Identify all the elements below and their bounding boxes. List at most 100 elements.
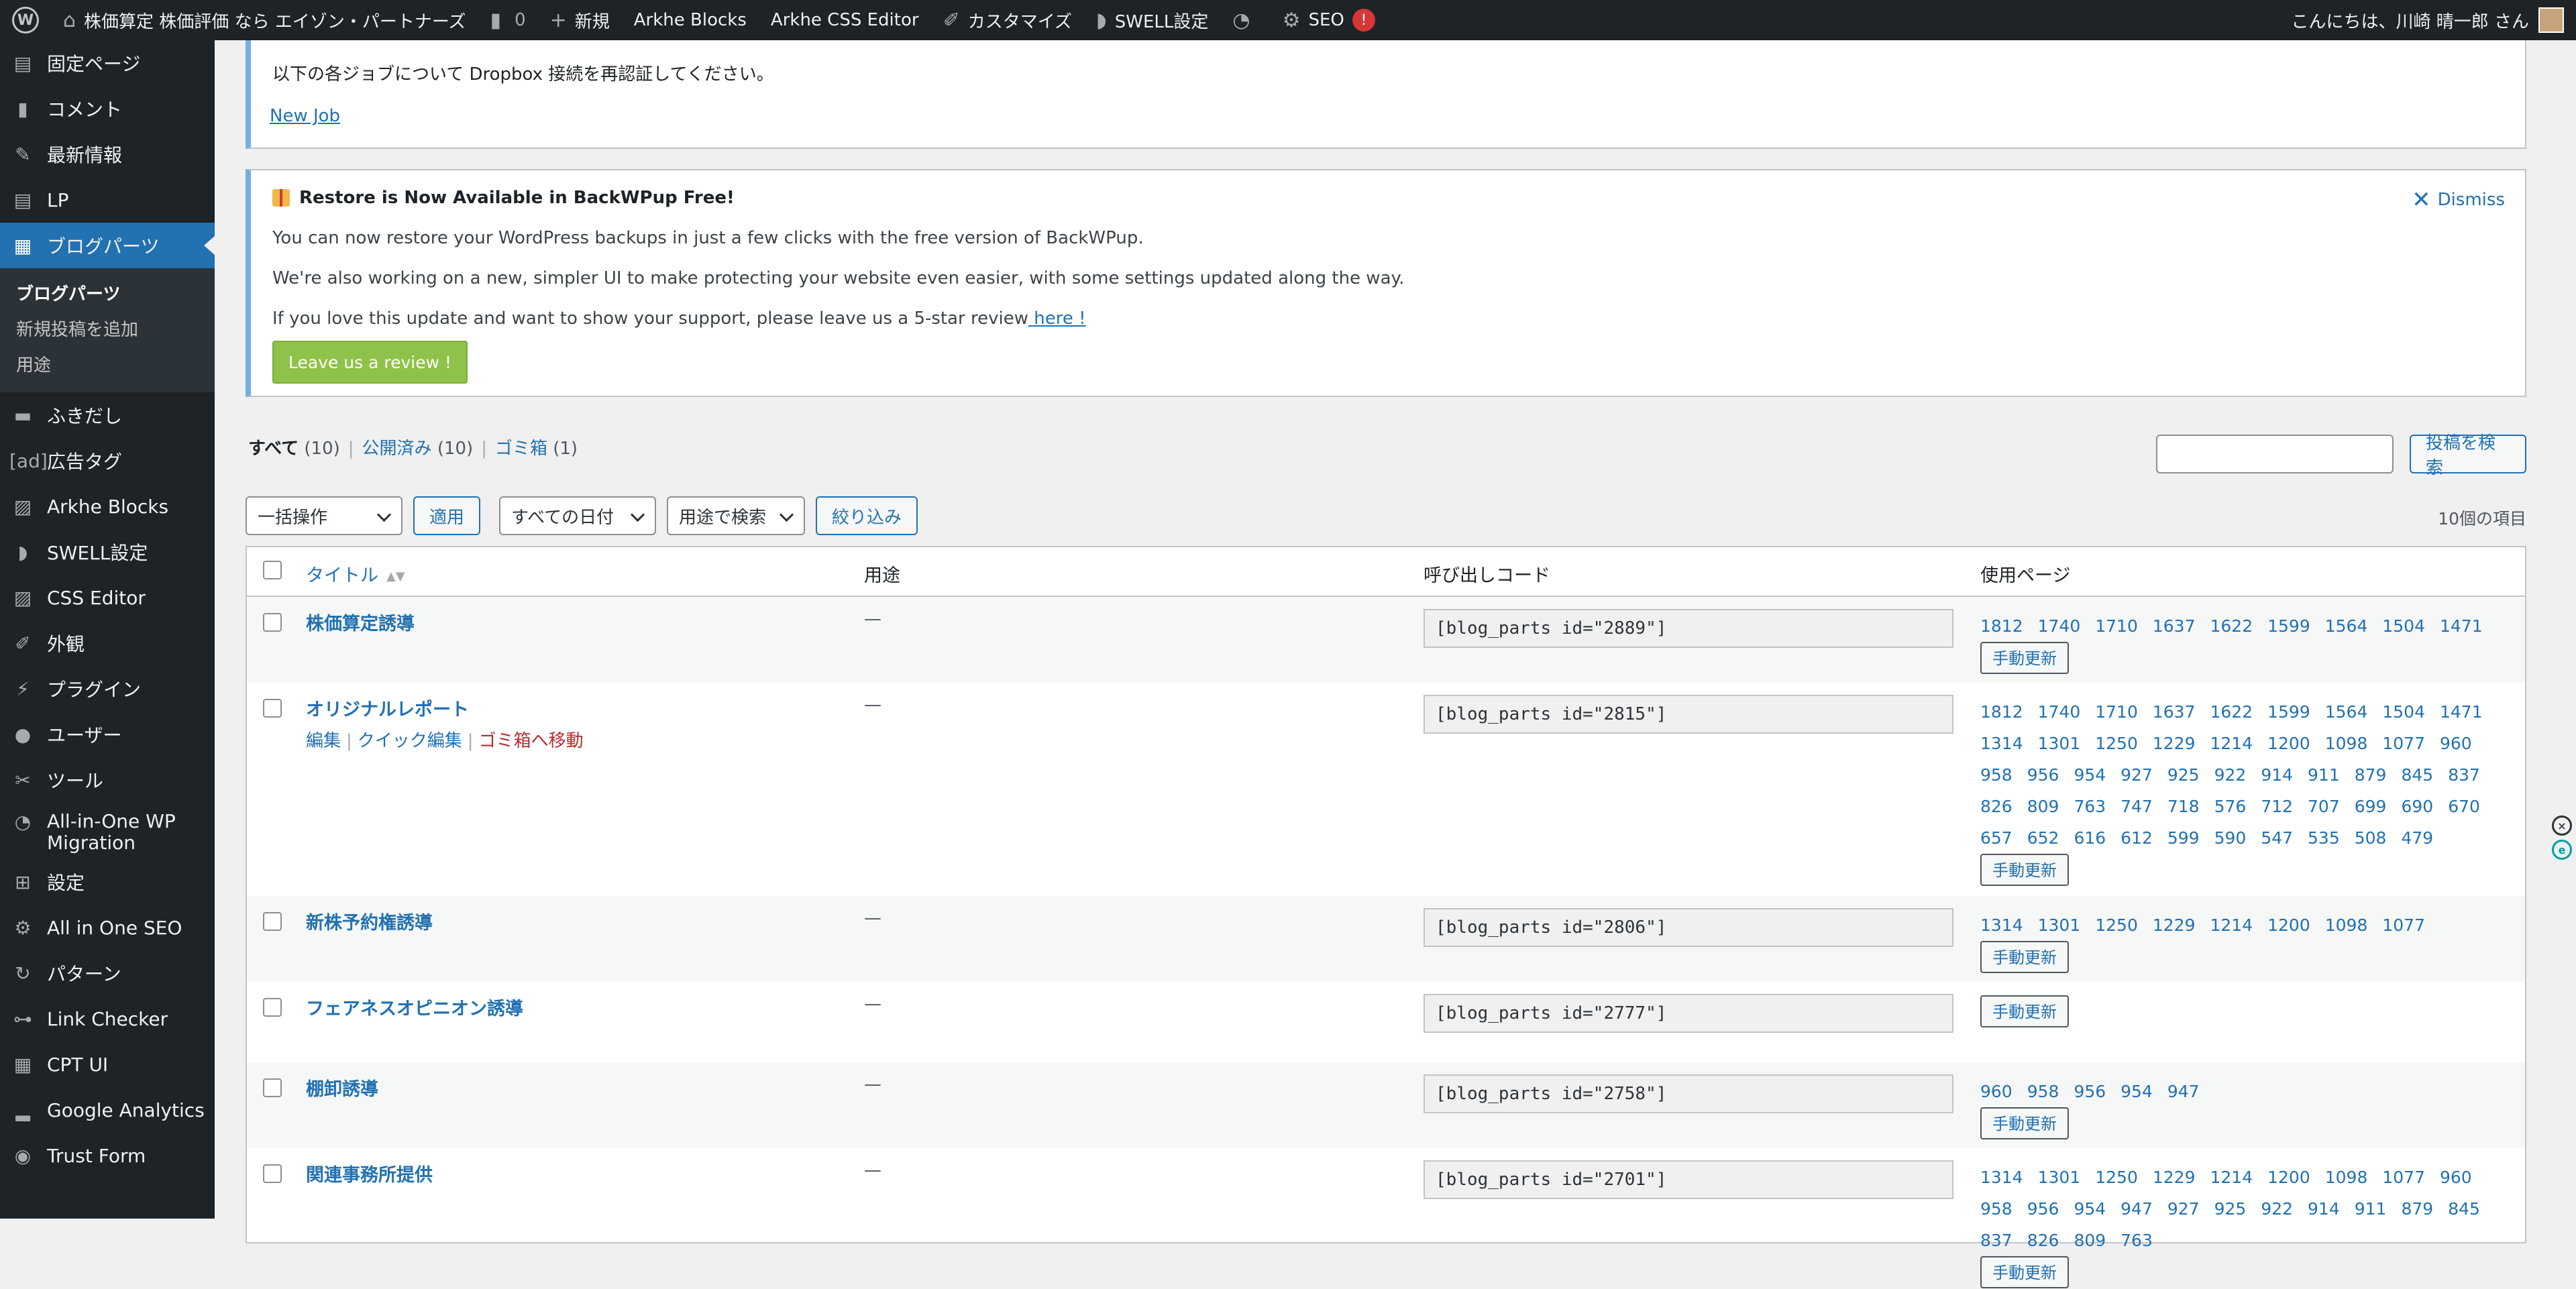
page-link[interactable]: 590	[2214, 822, 2247, 854]
row-checkbox[interactable]	[263, 1164, 282, 1183]
page-link[interactable]: 1622	[2210, 610, 2253, 642]
date-filter-select[interactable]: すべての日付	[499, 496, 656, 535]
page-link[interactable]: 954	[2074, 759, 2106, 791]
customize-link[interactable]: ✐ カスタマイズ	[931, 0, 1084, 40]
page-link[interactable]: 576	[2214, 791, 2247, 822]
page-link[interactable]: 1214	[2210, 909, 2253, 941]
page-link[interactable]: 826	[1980, 791, 2012, 822]
page-link[interactable]: 763	[2074, 791, 2106, 822]
page-link[interactable]: 1637	[2153, 610, 2196, 642]
filter-trash[interactable]: ゴミ箱	[495, 439, 547, 459]
shortcode-field[interactable]: [blog_parts id="2777"]	[1424, 994, 1953, 1033]
my-account-menu[interactable]: こんにちは、川崎 晴一郎 さん	[2279, 0, 2576, 40]
manual-update-button[interactable]: 手動更新	[1980, 995, 2069, 1027]
page-link[interactable]: 1098	[2325, 909, 2368, 941]
page-link[interactable]: 707	[2308, 791, 2340, 822]
apply-button[interactable]: 適用	[413, 496, 481, 535]
usage-filter-select[interactable]: 用途で検索	[667, 496, 805, 535]
sidebar-item-seo[interactable]: ⚙ All in One SEO	[0, 905, 215, 950]
edge-icon[interactable]: e	[2552, 840, 2572, 860]
page-link[interactable]: 837	[1980, 1225, 2012, 1256]
page-link[interactable]: 845	[2401, 759, 2433, 791]
row-checkbox[interactable]	[263, 613, 282, 632]
page-link[interactable]: 911	[2308, 759, 2340, 791]
sidebar-item-balloon[interactable]: ▬ ふきだし	[0, 392, 215, 438]
page-link[interactable]: 1504	[2382, 610, 2425, 642]
page-link[interactable]: 925	[2167, 759, 2200, 791]
sidebar-item-comment[interactable]: ▮ コメント	[0, 86, 215, 131]
manual-update-button[interactable]: 手動更新	[1980, 941, 2069, 973]
page-link[interactable]: 747	[2121, 791, 2153, 822]
row-checkbox[interactable]	[263, 1078, 282, 1097]
page-link[interactable]: 927	[2167, 1193, 2200, 1225]
sidebar-item-cptui[interactable]: ▦ CPT UI	[0, 1042, 215, 1087]
page-link[interactable]: 1314	[1980, 909, 2023, 941]
manual-update-button[interactable]: 手動更新	[1980, 1107, 2069, 1139]
page-link[interactable]: 1077	[2382, 1162, 2425, 1193]
sidebar-item-user[interactable]: ● ユーザー	[0, 712, 215, 757]
trash-link[interactable]: ゴミ箱へ移動	[479, 731, 584, 751]
page-link[interactable]: 1200	[2267, 909, 2310, 941]
filter-published[interactable]: 公開済み	[362, 439, 432, 459]
page-link[interactable]: 1564	[2325, 696, 2368, 728]
page-link[interactable]: 1098	[2325, 1162, 2368, 1193]
manual-update-button[interactable]: 手動更新	[1980, 642, 2069, 674]
wordpress-logo-menu[interactable]: W	[0, 0, 51, 40]
sidebar-item-pin[interactable]: ✎ 最新情報	[0, 131, 215, 177]
sidebar-item-blog-parts[interactable]: ▦ ブログパーツ	[0, 223, 215, 268]
quick-edit-link[interactable]: クイック編集	[358, 731, 462, 751]
submenu-item-blog-parts[interactable]: ブログパーツ	[0, 275, 215, 311]
sidebar-item-css[interactable]: ▨ CSS Editor	[0, 575, 215, 620]
page-link[interactable]: 699	[2355, 791, 2387, 822]
page-link[interactable]: 925	[2214, 1193, 2247, 1225]
page-link[interactable]: 1471	[2440, 610, 2483, 642]
review-here-link[interactable]: here !	[1028, 309, 1085, 329]
page-link[interactable]: 958	[1980, 759, 2012, 791]
page-link[interactable]: 718	[2167, 791, 2200, 822]
page-link[interactable]: 922	[2214, 759, 2247, 791]
row-checkbox[interactable]	[263, 699, 282, 718]
page-link[interactable]: 960	[1980, 1076, 2012, 1107]
shortcode-field[interactable]: [blog_parts id="2806"]	[1424, 908, 1953, 947]
sidebar-item-swell[interactable]: ◗ SWELL設定	[0, 529, 215, 575]
row-checkbox[interactable]	[263, 912, 282, 931]
shortcode-field[interactable]: [blog_parts id="2701"]	[1424, 1160, 1953, 1199]
page-link[interactable]: 960	[2440, 728, 2472, 759]
row-checkbox[interactable]	[263, 998, 282, 1017]
sidebar-item-brush[interactable]: ✐ 外観	[0, 620, 215, 666]
page-link[interactable]: 1250	[2095, 1162, 2138, 1193]
migration-link[interactable]: ◔	[1220, 0, 1270, 40]
page-link[interactable]: 947	[2167, 1076, 2200, 1107]
page-link[interactable]: 879	[2355, 759, 2387, 791]
sidebar-item-analytics[interactable]: ▂ Google Analytics	[0, 1087, 215, 1133]
page-link[interactable]: 1599	[2267, 610, 2310, 642]
page-link[interactable]: 1301	[2038, 909, 2081, 941]
page-link[interactable]: 1599	[2267, 696, 2310, 728]
post-title-link[interactable]: 棚卸誘導	[306, 1079, 378, 1100]
page-link[interactable]: 1812	[1980, 696, 2023, 728]
swell-settings-link[interactable]: ◗ SWELL設定	[1084, 0, 1220, 40]
sidebar-item-page[interactable]: ▤ 固定ページ	[0, 40, 215, 86]
page-link[interactable]: 1504	[2382, 696, 2425, 728]
post-title-link[interactable]: 株価算定誘導	[306, 614, 415, 634]
page-link[interactable]: 1564	[2325, 610, 2368, 642]
page-link[interactable]: 1622	[2210, 696, 2253, 728]
page-link[interactable]: 712	[2261, 791, 2293, 822]
shortcode-field[interactable]: [blog_parts id="2815"]	[1424, 695, 1953, 734]
sidebar-item-link[interactable]: ⊶ Link Checker	[0, 996, 215, 1042]
page-link[interactable]: 616	[2074, 822, 2106, 854]
page-link[interactable]: 956	[2027, 759, 2059, 791]
page-link[interactable]: 809	[2074, 1225, 2106, 1256]
shortcode-field[interactable]: [blog_parts id="2889"]	[1424, 609, 1953, 648]
post-title-link[interactable]: オリジナルレポート	[306, 699, 469, 720]
column-title-header[interactable]: タイトル ▲▼	[306, 561, 405, 587]
page-link[interactable]: 599	[2167, 822, 2200, 854]
page-link[interactable]: 1637	[2153, 696, 2196, 728]
close-icon[interactable]: ×	[2552, 816, 2572, 836]
page-link[interactable]: 657	[1980, 822, 2012, 854]
page-link[interactable]: 914	[2261, 759, 2293, 791]
page-link[interactable]: 1250	[2095, 909, 2138, 941]
page-link[interactable]: 960	[2440, 1162, 2472, 1193]
sidebar-item-form[interactable]: ◉ Trust Form	[0, 1133, 215, 1178]
page-link[interactable]: 922	[2261, 1193, 2293, 1225]
